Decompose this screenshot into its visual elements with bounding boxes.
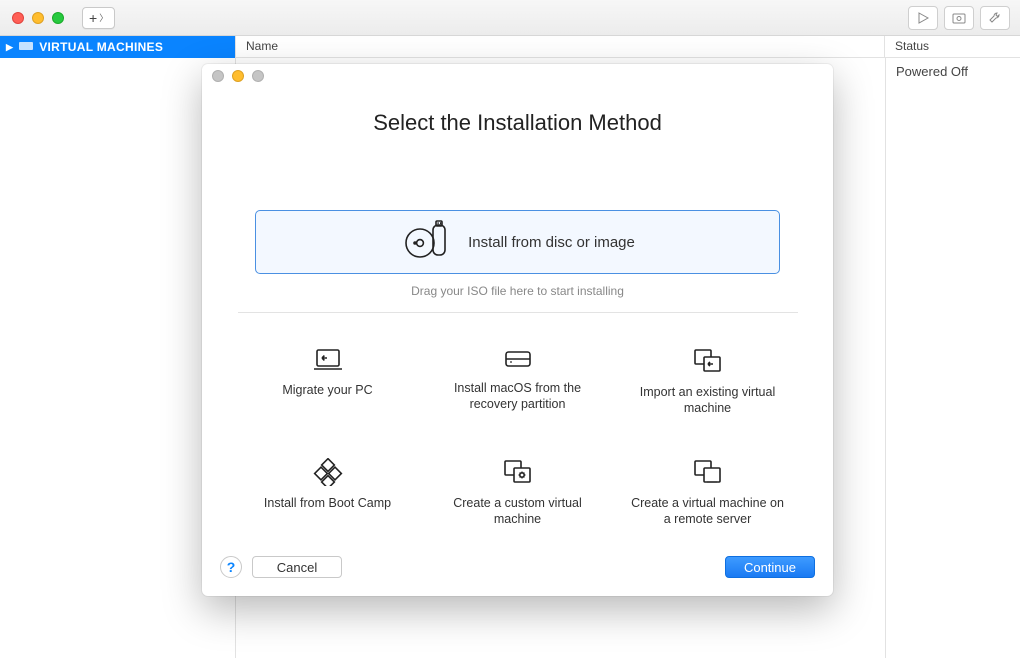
help-button[interactable]: ?: [220, 556, 242, 578]
dialog-title: Select the Installation Method: [373, 110, 662, 136]
install-from-disc-option[interactable]: Install from disc or image: [255, 210, 780, 274]
cancel-label: Cancel: [277, 560, 317, 575]
migrate-pc-option[interactable]: Migrate your PC: [238, 347, 418, 416]
custom-vm-icon: [502, 458, 534, 486]
drag-hint: Drag your ISO file here to start install…: [411, 284, 624, 298]
main-traffic-lights: [12, 12, 64, 24]
create-custom-vm-option[interactable]: Create a custom virtual machine: [428, 458, 608, 527]
sidebar-heading-label: VIRTUAL MACHINES: [39, 40, 163, 54]
hard-drive-icon: [503, 347, 533, 371]
tools-button[interactable]: [980, 6, 1010, 30]
option-label: Create a virtual machine on a remote ser…: [628, 496, 788, 527]
wrench-icon: [988, 11, 1002, 25]
migrate-pc-icon: [313, 347, 343, 373]
divider: [238, 312, 798, 313]
dialog-footer: ? Cancel Continue: [202, 548, 833, 596]
keyboard-icon: [19, 42, 33, 53]
option-label: Install from Boot Camp: [264, 496, 391, 512]
installation-method-dialog: Select the Installation Method Install f…: [202, 64, 833, 596]
options-grid: Migrate your PC Install macOS from the r…: [238, 347, 798, 528]
continue-button[interactable]: Continue: [725, 556, 815, 578]
play-button[interactable]: [908, 6, 938, 30]
option-label: Migrate your PC: [282, 383, 372, 399]
plus-icon: +: [89, 10, 97, 26]
snapshot-button[interactable]: [944, 6, 974, 30]
play-icon: [917, 12, 929, 24]
import-vm-option[interactable]: Import an existing virtual machine: [618, 347, 798, 416]
create-remote-vm-option[interactable]: Create a virtual machine on a remote ser…: [618, 458, 798, 527]
sidebar-heading[interactable]: ▶ VIRTUAL MACHINES: [0, 36, 235, 58]
column-headers: Name Status: [236, 36, 1020, 58]
vm-row-status: Powered Off: [885, 58, 1020, 658]
install-from-disc-label: Install from disc or image: [468, 234, 635, 251]
disc-usb-icon: [400, 219, 454, 265]
sidebar: ▶ VIRTUAL MACHINES: [0, 36, 236, 658]
main-titlebar: + 〉: [0, 0, 1020, 36]
zoom-window-button[interactable]: [52, 12, 64, 24]
cancel-button[interactable]: Cancel: [252, 556, 342, 578]
bootcamp-icon: [313, 458, 343, 486]
install-bootcamp-option[interactable]: Install from Boot Camp: [238, 458, 418, 527]
import-vm-icon: [692, 347, 724, 375]
column-name[interactable]: Name: [236, 36, 885, 58]
column-status[interactable]: Status: [885, 36, 1020, 58]
close-window-button[interactable]: [12, 12, 24, 24]
remote-vm-icon: [692, 458, 724, 486]
option-label: Import an existing virtual machine: [628, 385, 788, 416]
add-button[interactable]: + 〉: [82, 7, 115, 29]
option-label: Install macOS from the recovery partitio…: [438, 381, 598, 412]
option-label: Create a custom virtual machine: [438, 496, 598, 527]
continue-label: Continue: [744, 560, 796, 575]
disclosure-triangle-icon: ▶: [6, 42, 13, 53]
toolbar-right: [908, 6, 1010, 30]
chevron-down-icon: 〉: [99, 11, 108, 24]
dialog-zoom-button[interactable]: [252, 70, 264, 82]
snapshot-icon: [952, 12, 966, 24]
dialog-titlebar: [202, 64, 833, 88]
install-macos-recovery-option[interactable]: Install macOS from the recovery partitio…: [428, 347, 608, 416]
dialog-minimize-button[interactable]: [232, 70, 244, 82]
help-icon: ?: [227, 559, 236, 575]
minimize-window-button[interactable]: [32, 12, 44, 24]
dialog-close-button[interactable]: [212, 70, 224, 82]
